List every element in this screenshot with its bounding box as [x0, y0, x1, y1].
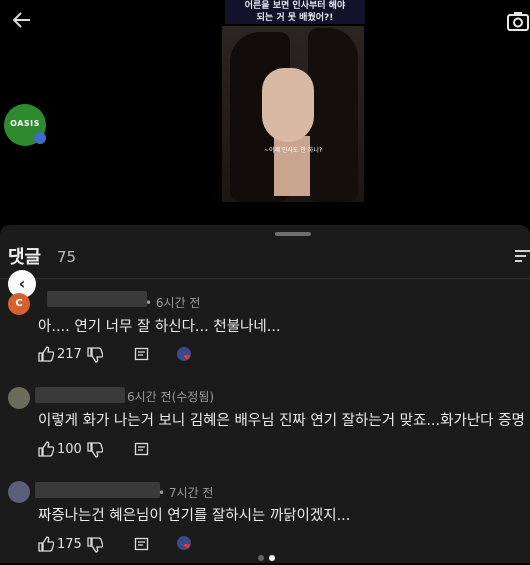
- author-name[interactable]: [35, 482, 160, 498]
- comment-meta: • 6시간 전: [145, 296, 201, 310]
- thumbs-down-icon[interactable]: [87, 537, 104, 553]
- like-count: 175: [57, 537, 82, 552]
- creator-heart-icon: [176, 535, 194, 553]
- page-dot-active: [269, 555, 275, 561]
- camera-icon[interactable]: [507, 11, 529, 31]
- channel-logo-text: OASIS: [10, 119, 40, 128]
- avatar[interactable]: [8, 387, 30, 409]
- comments-title: 댓글: [8, 247, 42, 268]
- page-indicator: [258, 546, 280, 565]
- header-divider: [0, 278, 530, 279]
- comment-meta: 6시간 전(수정됨): [127, 390, 215, 404]
- drag-handle[interactable]: [275, 232, 311, 236]
- thumbs-up-icon[interactable]: [38, 346, 55, 362]
- comment-text: 이렇게 화가 나는거 보니 김혜은 배우님 진짜 연기 잘하는거 맞죠...화가…: [38, 413, 525, 429]
- reply-icon[interactable]: [134, 537, 150, 553]
- thumbs-up-icon[interactable]: [38, 536, 55, 552]
- video-subtitle: ~이제 인사도 안 하니?: [263, 147, 323, 154]
- channel-badge-icon: [34, 132, 46, 144]
- like-count: 100: [57, 442, 82, 457]
- video-caption-line1: 어른을 보면 인사부터 해야: [225, 0, 365, 12]
- video-caption: 어른을 보면 인사부터 해야 되는 거 못 배웠어?!: [225, 0, 365, 24]
- back-arrow-icon[interactable]: [10, 8, 34, 32]
- avatar[interactable]: [8, 481, 30, 503]
- comment-text: 짜증나는건 혜은님이 연기를 잘하시는 까닭이겠지...: [38, 508, 351, 524]
- thumbs-down-icon[interactable]: [87, 347, 104, 363]
- channel-logo[interactable]: OASIS: [4, 104, 46, 146]
- avatar-letter: C: [15, 298, 23, 309]
- avatar[interactable]: C: [8, 293, 30, 315]
- reply-icon[interactable]: [134, 347, 150, 363]
- reply-icon[interactable]: [134, 442, 150, 458]
- thumbs-down-icon[interactable]: [87, 442, 104, 458]
- video-thumbnail[interactable]: ~이제 인사도 안 하니?: [222, 26, 364, 202]
- comments-count: 75: [57, 248, 77, 266]
- sort-icon[interactable]: [515, 248, 530, 264]
- author-name[interactable]: [47, 291, 147, 307]
- page-dot: [258, 555, 264, 561]
- comment-meta: • 7시간 전: [158, 486, 214, 500]
- author-name[interactable]: [35, 387, 125, 403]
- comment-text: 아.... 연기 너무 잘 하신다... 천불나네...: [38, 319, 281, 335]
- thumbs-up-icon[interactable]: [38, 441, 55, 457]
- creator-heart-icon: [176, 346, 194, 364]
- like-count: 217: [57, 347, 82, 362]
- video-caption-line2: 되는 거 못 배웠어?!: [225, 12, 365, 24]
